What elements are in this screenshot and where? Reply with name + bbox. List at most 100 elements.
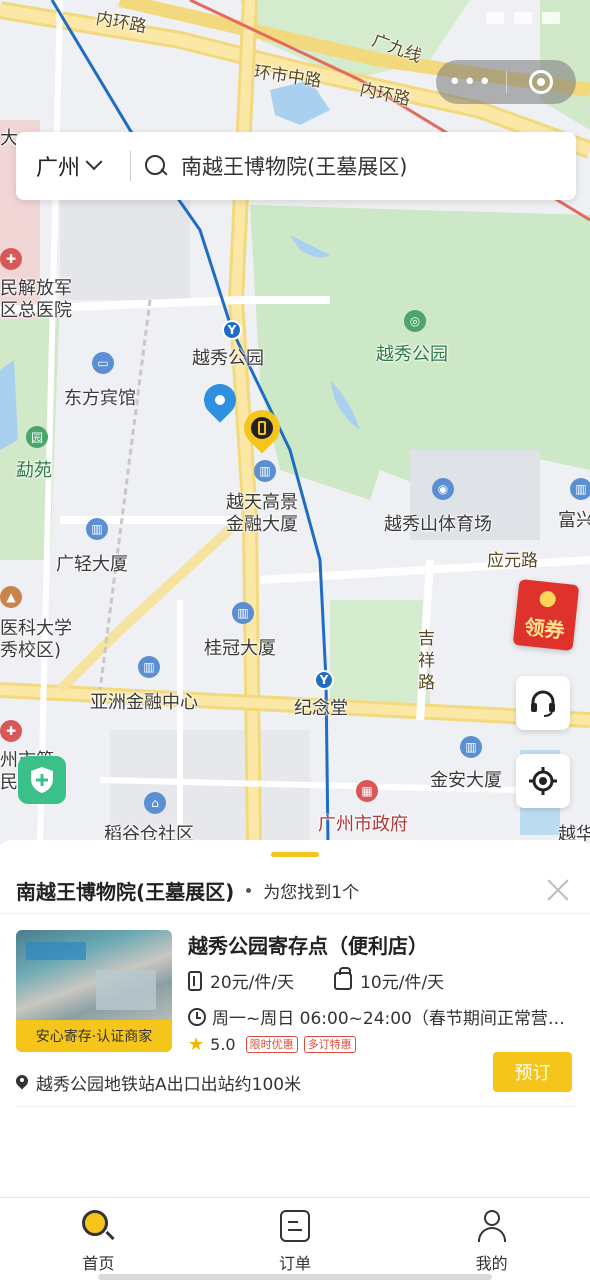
rating-value: 5.0 [210, 1035, 236, 1054]
garden-icon[interactable]: 园 [26, 426, 48, 448]
more-button[interactable]: ••• [436, 70, 506, 95]
suitcase-icon [188, 970, 202, 991]
community-icon[interactable]: ⌂ [144, 792, 166, 814]
coupon-button[interactable]: 领券 [512, 579, 580, 651]
headset-icon [531, 690, 555, 717]
building-icon[interactable]: ▥ [570, 478, 590, 500]
tab-profile[interactable]: 我的 [393, 1198, 590, 1280]
hospital-icon[interactable]: ✚ [0, 248, 22, 270]
storage-marker-icon[interactable] [236, 402, 288, 454]
status-bar [0, 0, 590, 44]
hours-row: 周一~周日 06:00~24:00（春节期间正常营业） [188, 1004, 576, 1029]
address-row: 越秀公园地铁站A出口出站约100米 [16, 1070, 301, 1095]
building-icon[interactable]: ▥ [460, 736, 482, 758]
locate-me-button[interactable] [516, 754, 570, 808]
building-icon[interactable]: ▥ [86, 518, 108, 540]
wifi-icon [514, 12, 532, 24]
poi-label-memorial-hall[interactable]: 纪念堂 [294, 694, 348, 720]
poi-label-stadium[interactable]: 越秀山体育场 [384, 510, 492, 536]
backpack-icon [334, 966, 353, 990]
building-icon[interactable]: ▥ [232, 602, 254, 624]
poi-label-jinan[interactable]: 金安大厦 [430, 766, 502, 792]
price-small: 10元/件/天 [360, 973, 445, 993]
home-indicator[interactable] [98, 1274, 492, 1280]
separator-dot [246, 887, 252, 893]
poi-label-guiguan[interactable]: 桂冠大厦 [204, 634, 276, 660]
close-icon[interactable] [544, 876, 572, 904]
poi-label-liuyuan[interactable]: 勐苑 [16, 456, 52, 482]
poi-label-yuetian[interactable]: 越天高景 金融大厦 [226, 492, 298, 536]
coupon-label: 领券 [523, 614, 566, 643]
location-pin-icon [16, 1075, 28, 1091]
poi-label-gov[interactable]: 广州市政府 [318, 810, 408, 836]
target-circle-icon [529, 70, 554, 94]
book-button[interactable]: 预订 [493, 1052, 572, 1092]
store-photo: 安心寄存·认证商家 [16, 930, 172, 1052]
promo-tag: 限时优惠 [245, 1036, 298, 1053]
result-count: 为您找到1个 [263, 882, 360, 903]
price-row: 20元/件/天 10元/件/天 [188, 966, 484, 993]
poi-label-yuexiu-station[interactable]: 越秀公园 [192, 344, 264, 370]
signal-icon [486, 12, 504, 24]
government-icon[interactable]: ▦ [356, 780, 378, 802]
small-luggage-price: 10元/件/天 [334, 966, 445, 993]
star-icon: ★ [188, 1034, 205, 1055]
city-selector[interactable]: 广州 [16, 150, 130, 182]
price-large: 20元/件/天 [210, 973, 295, 993]
photo-blur-area [96, 970, 156, 1010]
crosshair-icon [529, 767, 557, 795]
poi-label-pla-hospital[interactable]: 民解放军 区总医院 [0, 278, 72, 322]
large-luggage-price: 20元/件/天 [188, 968, 294, 993]
chevron-down-icon [85, 153, 103, 171]
certified-badge: 安心寄存·认证商家 [16, 1020, 172, 1052]
map-view[interactable]: 内环路 环市中路 广九线 内环路 应元路 吉祥路 Y 越秀公园 ◎ 越秀公园 ▭… [0, 0, 590, 845]
search-icon [145, 155, 167, 177]
photo-blur-area [26, 942, 86, 960]
promo-tag: 多订特惠 [303, 1036, 356, 1053]
school-icon[interactable]: ▲ [0, 586, 22, 608]
insurance-button[interactable] [18, 756, 66, 804]
poi-label-yuexiu-park[interactable]: 越秀公园 [376, 340, 448, 366]
road-label-yingyuan: 应元路 [487, 551, 538, 571]
tab-orders[interactable]: 订单 [197, 1198, 394, 1280]
order-icon [280, 1210, 310, 1242]
poi-label-medical-univ[interactable]: 医科大学 秀校区) [0, 618, 72, 662]
metro-station-icon[interactable]: Y [314, 670, 334, 690]
battery-icon [542, 12, 560, 24]
home-search-icon [82, 1210, 114, 1242]
results-panel: 南越王博物院(王墓展区) 为您找到1个 安心寄存·认证商家 越秀公园寄存点（便利… [0, 840, 590, 1198]
building-icon[interactable]: ▥ [254, 460, 276, 482]
user-icon [477, 1210, 507, 1242]
poi-label-asia-finance[interactable]: 亚洲金融中心 [90, 688, 198, 714]
card-divider [16, 1106, 576, 1107]
tab-home-label: 首页 [82, 1254, 115, 1273]
hotel-icon[interactable]: ▭ [92, 352, 114, 374]
poi-label-fu: 富兴 [558, 510, 590, 531]
store-card[interactable]: 安心寄存·认证商家 越秀公园寄存点（便利店） 20元/件/天 10元/件/天 周… [16, 930, 576, 1110]
miniprogram-capsule: ••• [436, 60, 576, 104]
hospital-icon[interactable]: ✚ [0, 720, 22, 742]
poi-label-dongfang-hotel[interactable]: 东方宾馆 [64, 384, 136, 410]
stadium-icon[interactable]: ◉ [432, 478, 454, 500]
tab-home[interactable]: 首页 [0, 1198, 197, 1280]
search-bar: 广州 南越王博物院(王墓展区) [16, 132, 576, 200]
drag-handle[interactable] [271, 852, 319, 857]
poi-label-guangqing[interactable]: 广轻大厦 [56, 550, 128, 576]
metro-station-icon[interactable]: Y [222, 320, 242, 340]
park-icon[interactable]: ◎ [404, 310, 426, 332]
city-label: 广州 [36, 156, 81, 181]
road-label-jixiang: 吉祥路 [418, 629, 435, 693]
tab-orders-label: 订单 [279, 1254, 312, 1273]
tab-profile-label: 我的 [475, 1254, 508, 1273]
search-input[interactable]: 南越王博物院(王墓展区) [181, 151, 407, 181]
store-address: 越秀公园地铁站A出口出站约100米 [36, 1075, 302, 1095]
panel-divider [0, 913, 590, 914]
building-icon[interactable]: ▥ [138, 656, 160, 678]
coupon-seal-icon [538, 590, 557, 608]
shield-plus-icon [31, 767, 53, 793]
bottom-nav: 首页 订单 我的 [0, 1197, 590, 1280]
customer-service-button[interactable] [516, 676, 570, 730]
close-miniprogram-button[interactable] [507, 70, 577, 94]
rating-row: ★ 5.0 限时优惠 多订特惠 [188, 1034, 362, 1055]
search-divider [130, 151, 131, 181]
